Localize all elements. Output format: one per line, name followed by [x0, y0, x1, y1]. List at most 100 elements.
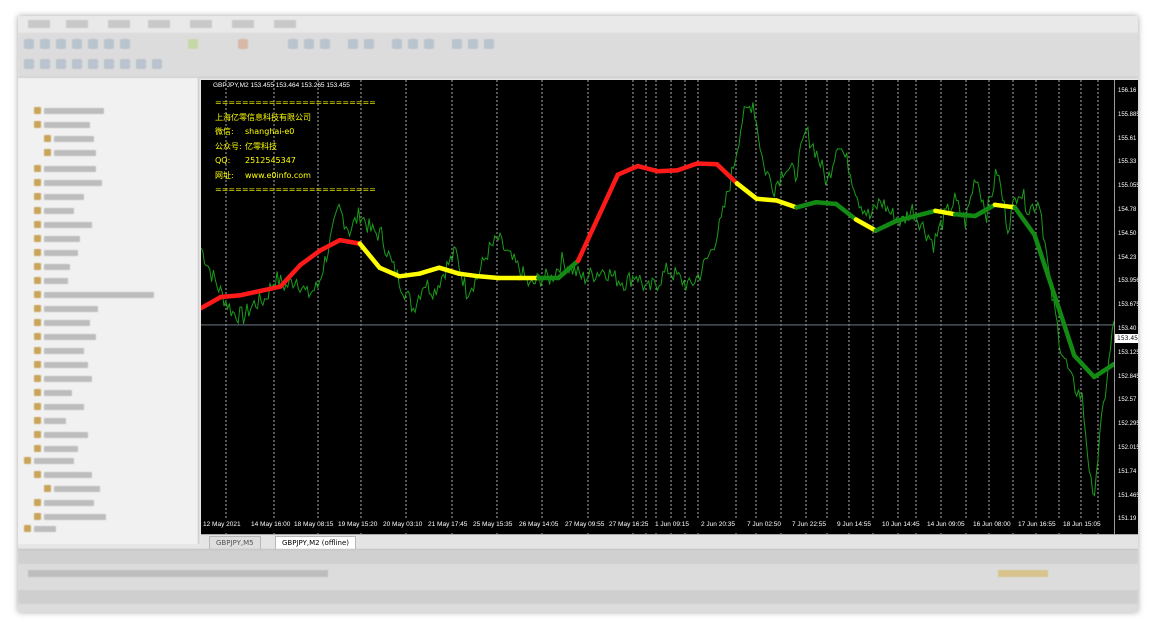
navigator-item[interactable]	[54, 136, 94, 142]
navigator-item[interactable]	[44, 500, 94, 506]
price-tick-label: 152.015	[1118, 445, 1138, 451]
navigator-item-icon	[34, 319, 41, 326]
navigator-item[interactable]	[44, 334, 96, 340]
data-window-icon[interactable]	[72, 39, 82, 49]
menu-window[interactable]	[232, 20, 254, 28]
tester-icon[interactable]	[120, 39, 130, 49]
navigator-item-icon	[34, 333, 41, 340]
channel-icon[interactable]	[104, 59, 114, 69]
navigator-item[interactable]	[44, 306, 98, 312]
vertical-line-icon[interactable]	[56, 59, 66, 69]
navigator-item[interactable]	[44, 236, 80, 242]
menu-help[interactable]	[274, 20, 296, 28]
navigator-item[interactable]	[44, 446, 78, 452]
navigator-item[interactable]	[34, 526, 56, 532]
zoom-in-icon[interactable]	[348, 39, 358, 49]
shift-icon[interactable]	[424, 39, 434, 49]
navigator-item[interactable]	[44, 376, 92, 382]
ma-segment	[1012, 205, 1037, 238]
navigator-item-icon	[34, 445, 41, 452]
bar-chart-icon[interactable]	[288, 39, 298, 49]
navigator-item[interactable]	[44, 208, 74, 214]
templates-icon[interactable]	[484, 39, 494, 49]
candles-icon[interactable]	[304, 39, 314, 49]
terminal-window: GBPJPY,M2 153.455 153.464 153.265 153.45…	[18, 16, 1138, 612]
navigator-item-icon	[44, 135, 51, 142]
time-tick-label: 7 Jun 02:50	[747, 521, 781, 528]
crosshair-icon[interactable]	[40, 59, 50, 69]
tab-gbpjpy-m5[interactable]: GBPJPY,M5	[209, 536, 261, 549]
time-tick-label: 17 Jun 16:55	[1018, 521, 1056, 528]
navigator-item[interactable]	[44, 222, 92, 228]
navigator-item[interactable]	[44, 418, 66, 424]
navigator-item[interactable]	[34, 458, 74, 464]
navigator-item[interactable]	[44, 194, 84, 200]
menu-file[interactable]	[28, 20, 50, 28]
navigator-item[interactable]	[44, 362, 88, 368]
navigator-item[interactable]	[44, 166, 96, 172]
info-official-account: 公众号: 亿零科技	[215, 140, 376, 155]
info-qq: QQ: 2512545347	[215, 154, 376, 169]
tab-gbpjpy-m2-offline[interactable]: GBPJPY,M2 (offline)	[275, 536, 356, 549]
navigator-item[interactable]	[44, 264, 70, 270]
menu-view[interactable]	[66, 20, 88, 28]
navigator-item[interactable]	[44, 472, 92, 478]
info-company: 上海亿零信息科技有限公司	[215, 111, 376, 126]
navigator-item-icon	[34, 221, 41, 228]
menu-insert[interactable]	[108, 20, 130, 28]
navigator-item[interactable]	[44, 432, 88, 438]
ma-segment	[952, 212, 978, 219]
label-tool-icon[interactable]	[152, 59, 162, 69]
tile-icon[interactable]	[392, 39, 402, 49]
horizontal-line-icon[interactable]	[72, 59, 82, 69]
market-watch-icon[interactable]	[56, 39, 66, 49]
text-tool-icon[interactable]	[136, 59, 146, 69]
chart-area[interactable]: GBPJPY,M2 153.455 153.464 153.265 153.45…	[201, 80, 1114, 536]
time-tick-label: 14 May 16:00	[251, 521, 291, 528]
navigator-item[interactable]	[44, 514, 106, 520]
navigator-item-icon	[34, 291, 41, 298]
menu-charts[interactable]	[148, 20, 170, 28]
profiles-icon[interactable]	[40, 39, 50, 49]
terminal-icon[interactable]	[104, 39, 114, 49]
price-axis[interactable]: 156.16 155.885 155.61 155.33 155.055 154.78 15…	[1114, 80, 1138, 536]
info-website-value: www.e0info.com	[245, 170, 311, 180]
price-tick-label: 153.675	[1118, 302, 1138, 309]
new-order-icon[interactable]	[188, 39, 198, 49]
menu-tools[interactable]	[190, 20, 212, 28]
periods-icon[interactable]	[468, 39, 478, 49]
navigator-item[interactable]	[44, 250, 78, 256]
ma-segment	[417, 265, 442, 276]
navigator-item[interactable]	[44, 348, 84, 354]
ma-segment	[337, 237, 363, 246]
navigator-item[interactable]	[44, 122, 90, 128]
time-tick-label: 2 Jun 20:35	[701, 521, 735, 528]
fibonacci-icon[interactable]	[120, 59, 130, 69]
navigator-item[interactable]	[54, 486, 100, 492]
navigator-item[interactable]	[44, 108, 104, 114]
navigator-item[interactable]	[54, 150, 96, 156]
navigator-item[interactable]	[44, 390, 72, 396]
terminal-row[interactable]	[28, 570, 328, 577]
navigator-item[interactable]	[44, 292, 154, 298]
indicators-icon[interactable]	[452, 39, 462, 49]
navigator-icon[interactable]	[88, 39, 98, 49]
navigator-item[interactable]	[44, 278, 68, 284]
scroll-icon[interactable]	[408, 39, 418, 49]
navigator-item[interactable]	[44, 180, 102, 186]
navigator-item[interactable]	[44, 320, 90, 326]
time-axis[interactable]: 12 May 2021 14 May 16:00 18 May 08:15 19 Ma…	[201, 519, 1114, 533]
navigator-item-icon	[34, 403, 41, 410]
ma-segment	[873, 218, 898, 233]
navigator-item-icon	[34, 417, 41, 424]
zoom-out-icon[interactable]	[364, 39, 374, 49]
line-chart-icon[interactable]	[320, 39, 330, 49]
cursor-icon[interactable]	[24, 59, 34, 69]
autotrading-icon[interactable]	[238, 39, 248, 49]
new-chart-icon[interactable]	[24, 39, 34, 49]
price-tick-label: 153.956	[1118, 278, 1138, 285]
trendline-icon[interactable]	[88, 59, 98, 69]
info-wechat-label: 微信:	[215, 127, 234, 136]
info-separator-bottom: ========================	[215, 185, 376, 194]
navigator-item[interactable]	[44, 404, 84, 410]
